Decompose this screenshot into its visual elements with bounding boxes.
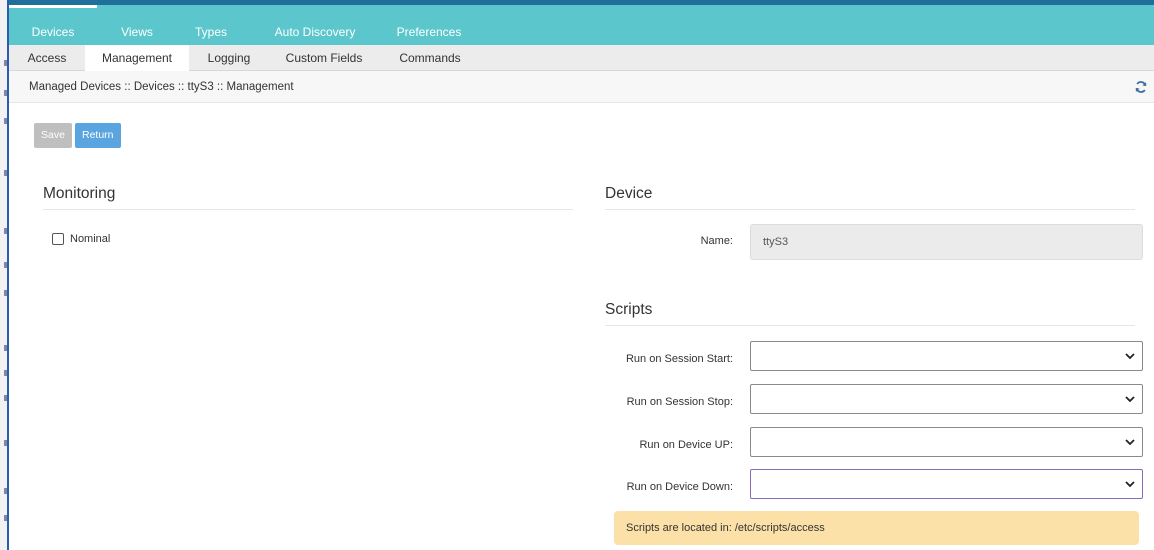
edge-mark (4, 345, 7, 351)
nominal-label: Nominal (70, 233, 111, 245)
refresh-icon[interactable] (1134, 80, 1148, 94)
subtab-custom-fields[interactable]: Custom Fields (279, 45, 369, 71)
device-divider (605, 209, 1135, 210)
background-window-edge (0, 0, 9, 550)
session-start-select[interactable] (750, 341, 1143, 371)
device-title: Device (605, 185, 653, 202)
monitoring-divider (43, 209, 573, 210)
tab-views[interactable]: Views (107, 5, 167, 45)
edge-mark (4, 170, 7, 176)
subtab-logging[interactable]: Logging (195, 45, 263, 71)
monitoring-title: Monitoring (43, 185, 116, 202)
session-stop-label: Run on Session Stop: (626, 396, 733, 408)
chevron-down-icon (1125, 396, 1135, 403)
edge-mark (4, 488, 7, 494)
return-button[interactable]: Return (75, 123, 121, 148)
edge-mark (4, 228, 7, 234)
breadcrumb-bar: Managed Devices :: Devices :: ttyS3 :: M… (9, 71, 1154, 103)
subtab-commands[interactable]: Commands (385, 45, 475, 71)
tab-preferences[interactable]: Preferences (384, 5, 474, 45)
edge-mark (4, 440, 7, 446)
name-label: Name: (700, 235, 733, 247)
chevron-down-icon (1125, 439, 1135, 446)
edge-mark (4, 290, 7, 296)
scripts-divider (605, 325, 1135, 326)
scripts-location-note: Scripts are located in: /etc/scripts/acc… (614, 511, 1139, 545)
name-field[interactable]: ttyS3 (750, 224, 1143, 260)
chevron-down-icon (1125, 353, 1135, 360)
device-down-select[interactable] (750, 469, 1143, 499)
edge-mark (4, 370, 7, 376)
edge-mark (4, 395, 7, 401)
edge-mark (4, 60, 7, 66)
subtab-access[interactable]: Access (19, 45, 75, 71)
device-up-label: Run on Device UP: (639, 439, 733, 451)
tab-devices[interactable]: Devices (9, 5, 97, 45)
edge-mark (4, 262, 7, 268)
tab-auto-discovery[interactable]: Auto Discovery (265, 5, 365, 45)
subtab-management[interactable]: Management (85, 45, 189, 72)
scripts-title: Scripts (605, 301, 653, 318)
edge-mark (4, 515, 7, 521)
breadcrumb: Managed Devices :: Devices :: ttyS3 :: M… (29, 81, 294, 93)
sub-nav: Access Management Logging Custom Fields … (9, 45, 1154, 72)
device-up-select[interactable] (750, 427, 1143, 457)
session-start-label: Run on Session Start: (625, 353, 733, 365)
nominal-checkbox-row[interactable]: Nominal (52, 233, 110, 245)
session-stop-select[interactable] (750, 384, 1143, 414)
edge-mark (4, 90, 7, 96)
nominal-checkbox[interactable] (52, 233, 64, 245)
edge-mark (4, 118, 7, 124)
save-button[interactable]: Save (34, 123, 72, 148)
chevron-down-icon (1125, 481, 1135, 488)
device-down-label: Run on Device Down: (626, 481, 733, 493)
tab-types[interactable]: Types (181, 5, 241, 45)
main-nav: Devices Views Types Auto Discovery Prefe… (9, 5, 1154, 45)
